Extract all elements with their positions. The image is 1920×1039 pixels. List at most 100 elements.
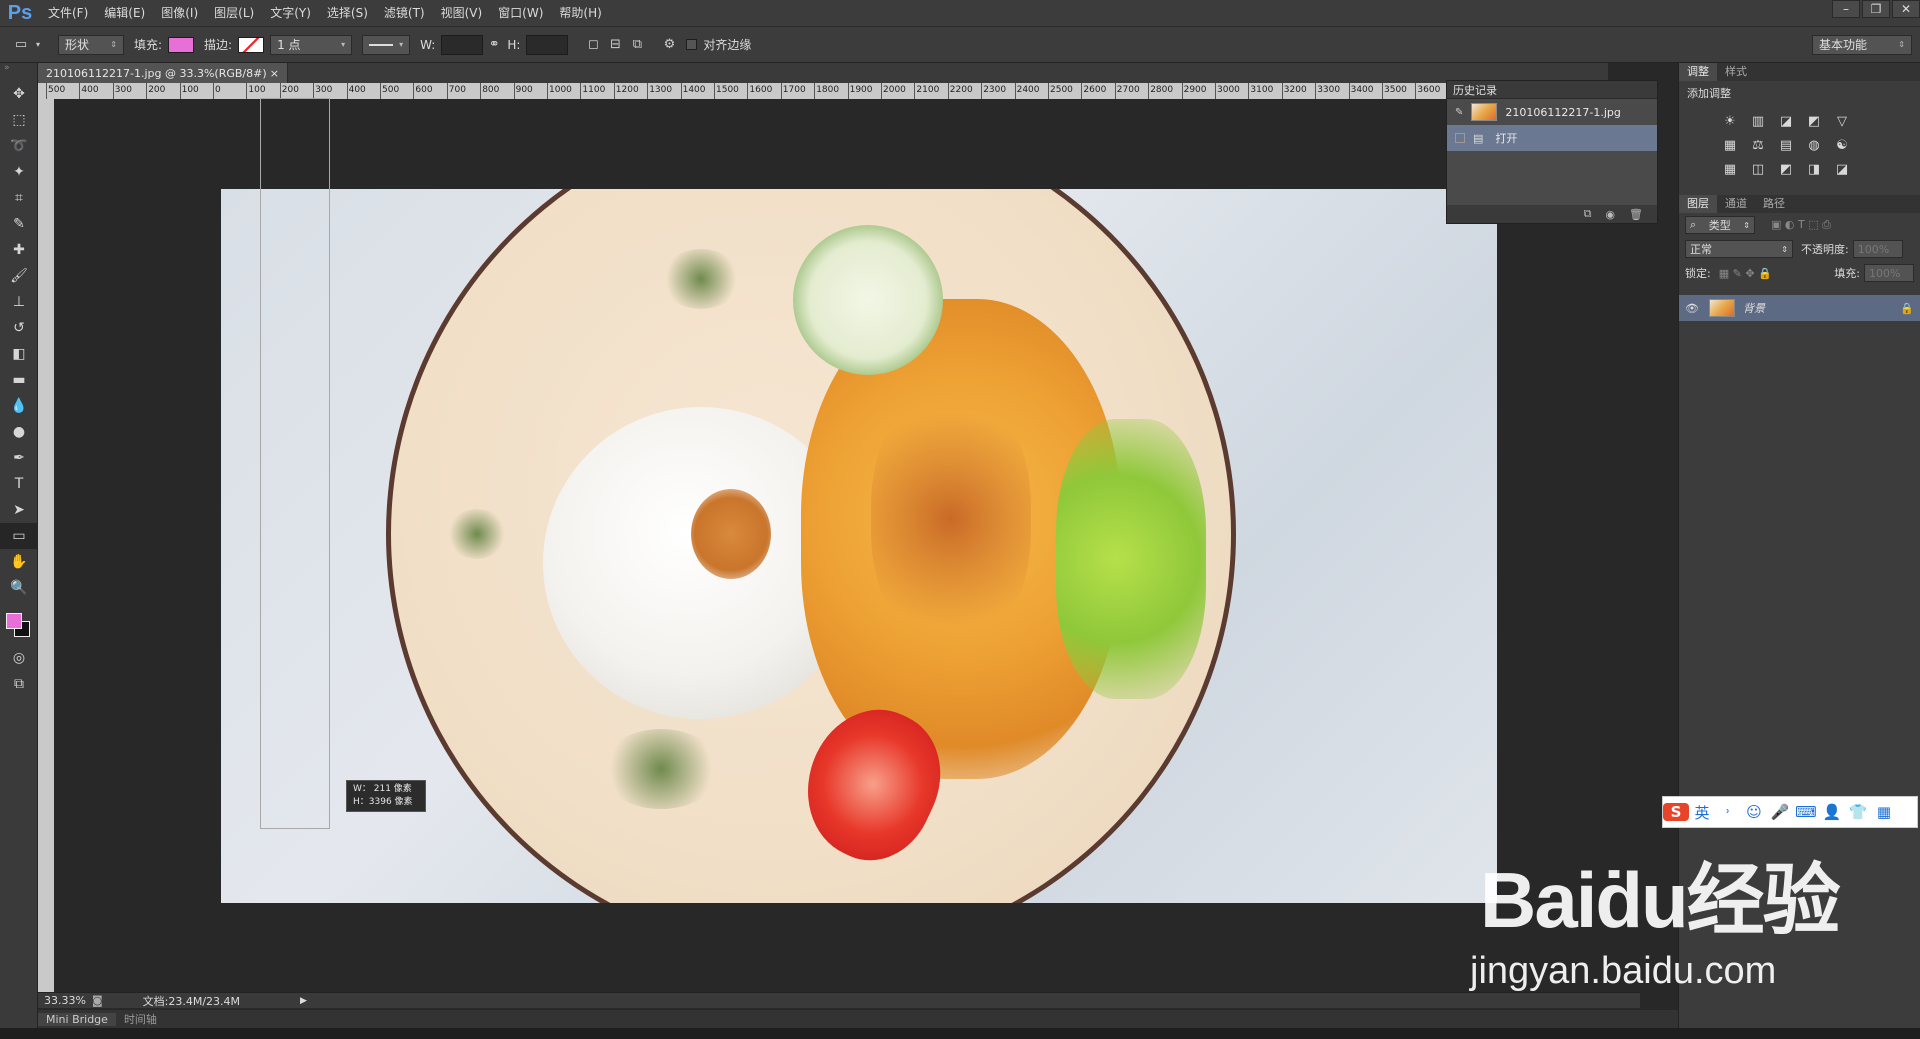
keyboard-icon[interactable]: ⌨ xyxy=(1793,803,1819,821)
layer-kind-filter[interactable]: ⌕ 类型 ⇕ xyxy=(1685,216,1755,234)
history-brush-source-icon[interactable]: ✎ xyxy=(1455,107,1463,118)
height-input[interactable] xyxy=(526,34,569,55)
skin-icon[interactable]: 👕 xyxy=(1845,803,1871,821)
tab-styles[interactable]: 样式 xyxy=(1717,63,1755,81)
stroke-size-select[interactable]: 1 点 ▾ xyxy=(270,34,353,55)
quick-mask-icon[interactable]: ◎ xyxy=(0,645,38,671)
tab-paths[interactable]: 路径 xyxy=(1755,195,1793,213)
fill-color-swatch[interactable] xyxy=(168,36,195,53)
gradient-tool-icon[interactable]: ▬ xyxy=(0,367,38,393)
channel-mixer-icon[interactable]: ☯ xyxy=(1831,135,1853,155)
tab-timeline[interactable]: 时间轴 xyxy=(116,1011,165,1027)
tab-mini-bridge[interactable]: Mini Bridge xyxy=(38,1012,116,1026)
history-brush-source-box[interactable] xyxy=(1455,133,1465,143)
history-step-open[interactable]: ▤ 打开 xyxy=(1447,125,1657,151)
lasso-tool-icon[interactable]: ➰ xyxy=(0,133,38,159)
restore-button[interactable]: ❐ xyxy=(1862,0,1890,18)
menu-view[interactable]: 视图(V) xyxy=(433,0,491,26)
align-edges-checkbox[interactable] xyxy=(686,39,698,50)
microphone-icon[interactable]: 🎤 xyxy=(1767,803,1793,821)
punctuation-icon[interactable]: ˒ xyxy=(1715,803,1741,821)
gradient-map-icon[interactable]: ◪ xyxy=(1831,159,1853,179)
history-snapshot[interactable]: ✎ 210106112217-1.jpg xyxy=(1447,99,1657,125)
rectangle-tool-icon[interactable]: ▭ xyxy=(0,523,38,549)
preset-dropdown-arrow-icon[interactable]: ▾ xyxy=(32,34,44,56)
hue-saturation-icon[interactable]: ▦ xyxy=(1719,135,1741,155)
menu-file[interactable]: 文件(F) xyxy=(40,0,96,26)
color-balance-icon[interactable]: ⚖ xyxy=(1747,135,1769,155)
toolbox-collapse-icon[interactable]: » xyxy=(0,63,37,81)
zoom-level[interactable]: 33.33% xyxy=(38,994,92,1007)
pen-tool-icon[interactable]: ✒ xyxy=(0,445,38,471)
status-info-icon[interactable]: ◙ xyxy=(92,994,103,1007)
path-operations-icon[interactable]: ◻ xyxy=(582,34,604,56)
screen-mode-icon[interactable]: ⧉ xyxy=(0,671,38,697)
opacity-input[interactable]: 100% xyxy=(1852,240,1903,258)
invert-icon[interactable]: ◫ xyxy=(1747,159,1769,179)
vibrance-icon[interactable]: ▽ xyxy=(1831,111,1853,131)
width-input[interactable] xyxy=(441,34,484,55)
dodge-tool-icon[interactable]: ● xyxy=(0,419,38,445)
document-tab[interactable]: 210106112217-1.jpg @ 33.3%(RGB/8#) × xyxy=(38,63,288,83)
hand-tool-icon[interactable]: ✋ xyxy=(0,549,38,575)
close-icon[interactable]: × xyxy=(270,67,279,80)
sogou-logo-icon[interactable]: S xyxy=(1663,803,1689,821)
black-white-icon[interactable]: ▤ xyxy=(1775,135,1797,155)
magic-wand-tool-icon[interactable]: ✦ xyxy=(0,159,38,185)
exposure-icon[interactable]: ◩ xyxy=(1803,111,1825,131)
eye-icon[interactable]: 👁 xyxy=(1685,302,1705,315)
eyedropper-tool-icon[interactable]: ✎ xyxy=(0,211,38,237)
emoji-icon[interactable]: ☺ xyxy=(1741,803,1767,821)
marquee-tool-icon[interactable]: ⬚ xyxy=(0,107,38,133)
history-panel-title[interactable]: 历史记录 xyxy=(1453,82,1497,98)
move-tool-icon[interactable]: ✥ xyxy=(0,81,38,107)
crop-tool-icon[interactable]: ⌗ xyxy=(0,185,38,211)
levels-icon[interactable]: ▥ xyxy=(1747,111,1769,131)
tab-adjustments[interactable]: 调整 xyxy=(1679,63,1717,81)
menu-layer[interactable]: 图层(L) xyxy=(206,0,262,26)
layer-row-background[interactable]: 👁 背景 🔒 xyxy=(1679,295,1920,321)
layer-filter-icons[interactable]: ▣ ◐ T ⬚ ⎙ xyxy=(1771,218,1831,232)
gear-icon[interactable]: ⚙ xyxy=(658,34,680,56)
stroke-color-swatch[interactable] xyxy=(238,36,265,53)
status-menu-arrow-icon[interactable]: ▶ xyxy=(300,996,307,1006)
lock-icons[interactable]: ▦ ✎ ✥ 🔒 xyxy=(1719,267,1772,280)
brightness-icon[interactable]: ☀ xyxy=(1719,111,1741,131)
path-alignment-icon[interactable]: ⊟ xyxy=(604,34,626,56)
threshold-icon[interactable]: ◨ xyxy=(1803,159,1825,179)
tab-layers[interactable]: 图层 xyxy=(1679,195,1717,213)
stroke-type-select[interactable]: ▾ xyxy=(362,34,411,55)
curves-icon[interactable]: ◪ xyxy=(1775,111,1797,131)
photo-filter-icon[interactable]: ◍ xyxy=(1803,135,1825,155)
menu-type[interactable]: 文字(Y) xyxy=(262,0,319,26)
camera-icon[interactable]: ◉ xyxy=(1605,208,1615,221)
menu-image[interactable]: 图像(I) xyxy=(153,0,206,26)
blur-tool-icon[interactable]: 💧 xyxy=(0,393,38,419)
new-document-from-state-icon[interactable]: ⧉ xyxy=(1584,207,1592,221)
type-tool-icon[interactable]: T xyxy=(0,471,38,497)
foreground-color-swatch[interactable] xyxy=(6,613,22,629)
clone-stamp-tool-icon[interactable]: ⊥ xyxy=(0,289,38,315)
eraser-tool-icon[interactable]: ◧ xyxy=(0,341,38,367)
healing-brush-tool-icon[interactable]: ✚ xyxy=(0,237,38,263)
menu-filter[interactable]: 滤镜(T) xyxy=(376,0,433,26)
menu-select[interactable]: 选择(S) xyxy=(319,0,376,26)
zoom-tool-icon[interactable]: 🔍 xyxy=(0,575,38,601)
brush-tool-icon[interactable]: 🖌 xyxy=(0,263,38,289)
close-button[interactable]: ✕ xyxy=(1892,0,1920,18)
shape-mode-select[interactable]: 形状 ⇕ xyxy=(58,34,124,55)
trash-icon[interactable]: 🗑 xyxy=(1629,208,1643,221)
path-selection-tool-icon[interactable]: ➤ xyxy=(0,497,38,523)
blend-mode-select[interactable]: 正常 ⇕ xyxy=(1685,240,1793,258)
fill-input[interactable]: 100% xyxy=(1864,264,1914,282)
user-icon[interactable]: 👤 xyxy=(1819,803,1845,821)
link-icon[interactable]: ⚭ xyxy=(483,34,505,56)
color-lookup-icon[interactable]: ▦ xyxy=(1719,159,1741,179)
rectangle-tool-preset-icon[interactable]: ▭ xyxy=(10,34,32,56)
path-arrangement-icon[interactable]: ⧉ xyxy=(626,34,648,56)
workspace-select[interactable]: 基本功能 ⇕ xyxy=(1812,34,1912,55)
posterize-icon[interactable]: ◩ xyxy=(1775,159,1797,179)
history-brush-tool-icon[interactable]: ↺ xyxy=(0,315,38,341)
menu-window[interactable]: 窗口(W) xyxy=(490,0,551,26)
toolbox-icon[interactable]: ▦ xyxy=(1871,803,1897,821)
